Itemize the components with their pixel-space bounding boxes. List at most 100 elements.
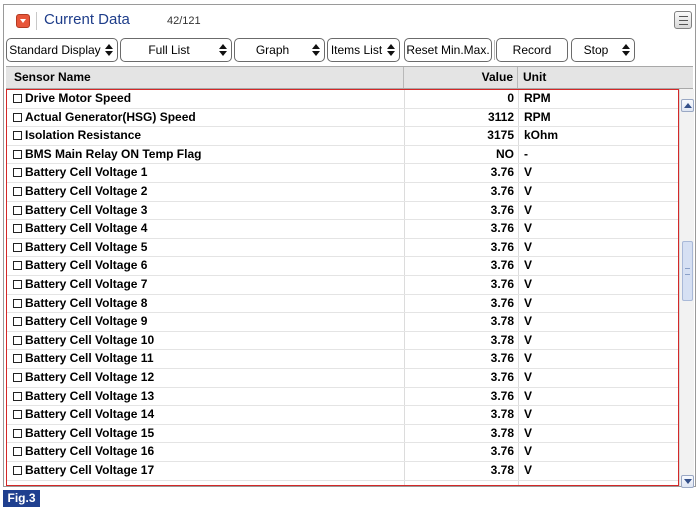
sensor-name: Battery Cell Voltage 2 [25, 184, 148, 198]
table-row[interactable]: BMS Main Relay ON Temp Flag NO - [7, 146, 678, 165]
table-row[interactable]: Drive Motor Speed 0 RPM [7, 90, 678, 109]
table-row[interactable]: Battery Cell Voltage 7 3.76 V [7, 276, 678, 295]
reset-min-max-button[interactable]: Reset Min.Max. [404, 38, 492, 62]
sensor-name: Battery Cell Voltage 9 [25, 314, 148, 329]
dropdown-arrows-icon [105, 43, 113, 57]
standard-display-label: Standard Display [9, 43, 101, 57]
sensor-unit: V [524, 425, 533, 440]
vertical-scrollbar[interactable] [679, 89, 694, 488]
sensor-name: Battery Cell Voltage 5 [25, 239, 148, 254]
sensor-value: 3.78 [490, 425, 514, 440]
row-checkbox[interactable] [13, 391, 22, 401]
row-checkbox[interactable] [13, 410, 22, 420]
table-row[interactable]: Battery Cell Voltage 13 3.76 V [7, 388, 678, 407]
row-checkbox[interactable] [13, 280, 22, 289]
dropdown-arrows-icon [312, 43, 320, 57]
row-checkbox[interactable] [13, 112, 22, 122]
sensor-name: Battery Cell Voltage 12 [25, 370, 155, 384]
row-checkbox[interactable] [13, 131, 22, 141]
table-row[interactable]: Battery Cell Voltage 3 3.76 V [7, 202, 678, 221]
value-column-header[interactable]: Value [404, 67, 513, 88]
row-checkbox[interactable] [13, 205, 22, 215]
sensor-data-list: Drive Motor Speed 0 RPM Actual Generator(HS… [6, 89, 679, 486]
table-row[interactable]: Battery Cell Voltage 10 3.78 V [7, 332, 678, 351]
sensor-unit: V [524, 277, 533, 291]
row-checkbox[interactable] [13, 447, 22, 457]
stop-dropdown[interactable]: Stop [571, 38, 635, 62]
sensor-value: 3.76 [490, 221, 514, 236]
sensor-name: Battery Cell Voltage 1 [25, 165, 148, 180]
sensor-unit: V [524, 388, 533, 403]
sensor-value: 3.76 [490, 165, 514, 180]
sensor-name: Battery Cell Voltage 11 [25, 351, 154, 366]
row-checkbox[interactable] [13, 466, 22, 475]
figure-label: Fig.3 [3, 490, 40, 507]
sensor-value: NO [496, 146, 514, 161]
sensor-unit: - [524, 146, 528, 161]
graph-dropdown[interactable]: Graph [234, 38, 325, 62]
full-list-dropdown[interactable]: Full List [120, 38, 232, 62]
sensor-value: 3.76 [490, 277, 514, 291]
row-checkbox[interactable] [13, 224, 22, 234]
table-row[interactable]: Battery Cell Voltage 2 3.76 V [7, 183, 678, 202]
row-checkbox[interactable] [13, 168, 22, 178]
table-row[interactable]: Battery Cell Voltage 11 3.76 V [7, 350, 678, 369]
sensor-unit: RPM [524, 109, 551, 124]
table-row[interactable]: Battery Cell Voltage 14 3.78 V [7, 406, 678, 425]
table-row[interactable]: Battery Cell Voltage 4 3.76 V [7, 220, 678, 239]
scroll-down-arrow-icon[interactable] [681, 475, 694, 488]
sensor-name: Isolation Resistance [25, 128, 142, 143]
row-checkbox[interactable] [13, 298, 22, 308]
unit-column-header[interactable]: Unit [523, 67, 546, 88]
item-count: 42/121 [167, 15, 201, 27]
sensor-value: 0 [507, 91, 514, 105]
sensor-name-column-header[interactable]: Sensor Name [14, 67, 91, 88]
title-bar: Current Data 42/121 [4, 5, 695, 37]
page-title: Current Data [44, 11, 130, 28]
sensor-name: Battery Cell Voltage 8 [25, 295, 148, 310]
table-row[interactable]: Battery Cell Voltage 16 3.76 V [7, 443, 678, 462]
row-checkbox[interactable] [13, 261, 22, 271]
reset-min-max-label: Reset Min.Max. [406, 43, 490, 57]
sensor-name: Battery Cell Voltage 14 [25, 407, 155, 422]
table-row[interactable]: Battery Cell Voltage 17 3.78 V [7, 462, 678, 481]
row-checkbox[interactable] [13, 354, 22, 364]
sensor-unit: V [524, 351, 533, 366]
record-button[interactable]: Record [496, 38, 568, 62]
row-checkbox[interactable] [13, 187, 22, 196]
table-row[interactable]: Battery Cell Voltage 6 3.76 V [7, 257, 678, 276]
sensor-unit: V [524, 184, 533, 198]
row-checkbox[interactable] [13, 373, 22, 382]
sensor-value: 3.78 [490, 407, 514, 422]
table-row[interactable]: Actual Generator(HSG) Speed 3112 RPM [7, 109, 678, 128]
items-list-dropdown[interactable]: Items List [327, 38, 400, 62]
scroll-up-arrow-icon[interactable] [681, 99, 694, 112]
toolbar: Standard Display Full List Graph Items L… [4, 38, 695, 64]
table-row[interactable]: Battery Cell Voltage 9 3.78 V [7, 313, 678, 332]
row-checkbox[interactable] [13, 317, 22, 327]
row-checkbox[interactable] [13, 428, 22, 438]
sensor-name: Battery Cell Voltage 10 [25, 332, 155, 347]
sensor-name: Battery Cell Voltage 7 [25, 277, 148, 291]
sensor-value: 3.76 [490, 351, 514, 366]
menu-icon[interactable] [674, 11, 692, 29]
row-checkbox[interactable] [13, 94, 22, 103]
table-row[interactable]: Battery Cell Voltage 8 3.76 V [7, 295, 678, 314]
table-row[interactable]: Isolation Resistance 3175 kOhm [7, 127, 678, 146]
sensor-unit: V [524, 295, 533, 310]
sensor-name: BMS Main Relay ON Temp Flag [25, 146, 202, 161]
sensor-unit: V [524, 202, 533, 217]
scrollbar-thumb[interactable] [682, 241, 693, 301]
table-row[interactable]: Battery Cell Voltage 1 3.76 V [7, 164, 678, 183]
table-row[interactable]: Battery Cell Voltage 5 3.76 V [7, 239, 678, 258]
sensor-value: 3175 [487, 128, 514, 143]
row-checkbox[interactable] [13, 335, 22, 345]
standard-display-dropdown[interactable]: Standard Display [6, 38, 118, 62]
row-checkbox[interactable] [13, 242, 22, 252]
sensor-name: Actual Generator(HSG) Speed [25, 109, 196, 124]
table-row[interactable]: Battery Cell Voltage 15 3.78 V [7, 425, 678, 444]
table-row[interactable]: Battery Cell Voltage 12 3.76 V [7, 369, 678, 388]
collapse-arrow-icon[interactable] [16, 14, 30, 28]
row-checkbox[interactable] [13, 149, 22, 159]
toolbar-divider [494, 40, 495, 60]
